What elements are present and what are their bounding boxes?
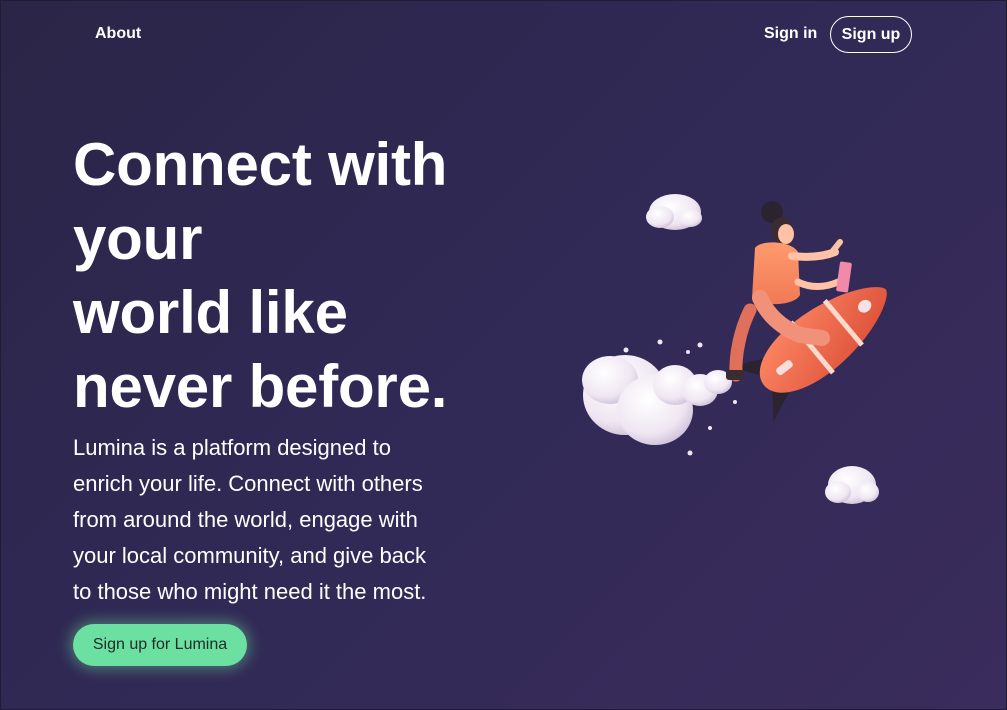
nav-signin-link[interactable]: Sign in	[764, 25, 817, 43]
hero-description-line: Lumina is a platform designed to	[73, 435, 391, 460]
hero-title-line: Connect with	[73, 131, 448, 198]
nav-about-link[interactable]: About	[95, 25, 141, 43]
exhaust-cloud	[582, 339, 737, 456]
cloud-small-bottom	[825, 466, 879, 504]
hero-title-line: your	[73, 205, 203, 272]
top-nav: About Sign in Sign up	[0, 16, 1007, 54]
rocket-rider-illustration	[582, 194, 887, 504]
nav-signup-button[interactable]: Sign up	[830, 16, 912, 53]
hero-title-line: never before.	[73, 353, 448, 420]
hero-description: Lumina is a platform designed to enrich …	[73, 430, 493, 610]
signup-cta-button[interactable]: Sign up for Lumina	[73, 624, 247, 666]
hero-title: Connect with your world like never befor…	[73, 128, 493, 424]
hero-description-line: from around the world, engage with	[73, 507, 418, 532]
hero-title-line: world like	[73, 279, 348, 346]
hero-description-line: your local community, and give back	[73, 543, 426, 568]
hero-description-line: enrich your life. Connect with others	[73, 471, 423, 496]
hero-description-line: to those who might need it the most.	[73, 579, 427, 604]
cloud-small-top	[646, 194, 702, 230]
